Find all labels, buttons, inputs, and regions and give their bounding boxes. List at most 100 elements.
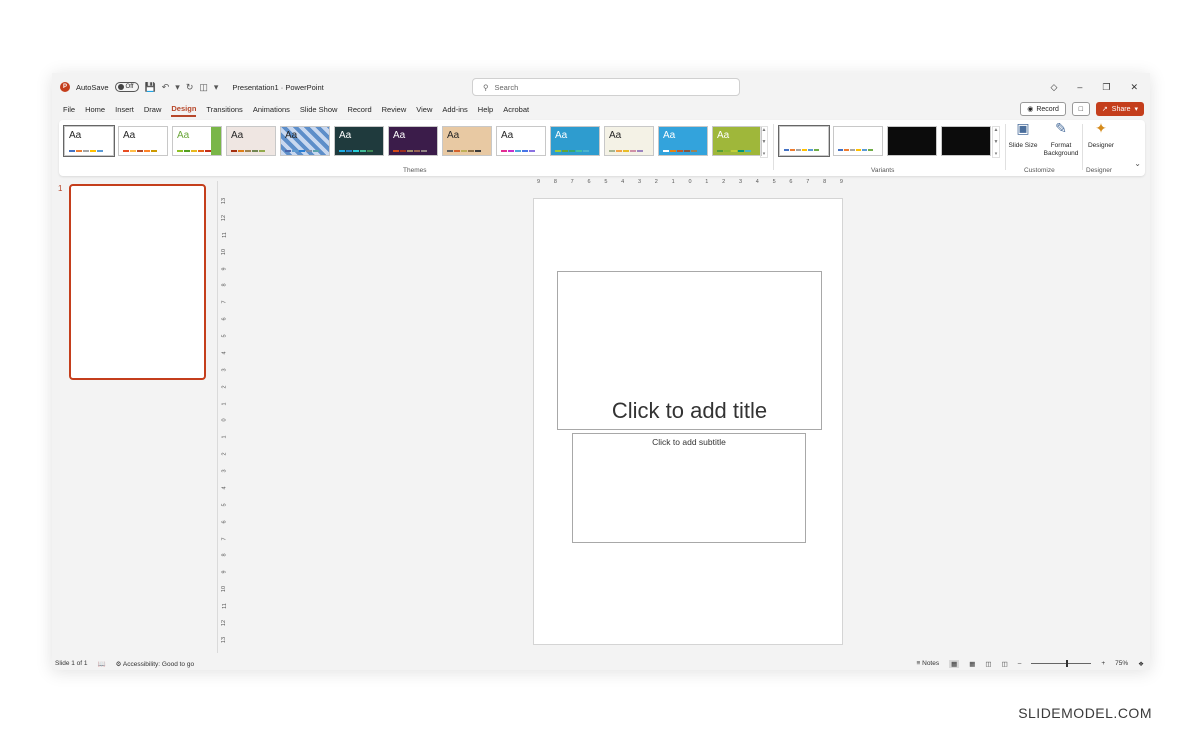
themes-scroll[interactable]: ▲ ▼ ▾ bbox=[760, 126, 768, 158]
autosave-toggle[interactable]: Off bbox=[114, 82, 139, 92]
title-placeholder[interactable]: Click to add title bbox=[557, 271, 822, 430]
subtitle-placeholder[interactable]: Click to add subtitle bbox=[572, 433, 806, 543]
theme-6[interactable]: Aa bbox=[334, 126, 384, 156]
slide-size-button[interactable]: ▣ Slide Size bbox=[1003, 121, 1043, 150]
spelling-icon[interactable]: 📖 bbox=[98, 660, 106, 668]
tab-design[interactable]: Design bbox=[171, 102, 197, 117]
slideshow-icon[interactable]: ◫ bbox=[1002, 660, 1008, 668]
share-dropdown-icon: ▾ bbox=[1134, 106, 1138, 113]
accessibility-status[interactable]: ⚙ Accessibility: Good to go bbox=[116, 660, 194, 668]
watermark-text: SLIDEMODEL.COM bbox=[1018, 705, 1152, 721]
autosave-label: AutoSave bbox=[76, 82, 109, 92]
scroll-down-icon[interactable]: ▼ bbox=[762, 139, 767, 145]
collapse-ribbon-icon[interactable]: ⌄ bbox=[1134, 159, 1141, 168]
theme-office[interactable]: Aa bbox=[63, 125, 115, 157]
undo-icon[interactable]: ↶ bbox=[162, 82, 170, 93]
diamond-icon[interactable]: ◇ bbox=[1050, 82, 1057, 93]
ruler-tick-label: 1 bbox=[671, 178, 675, 185]
theme-3[interactable]: Aa bbox=[172, 126, 222, 156]
redo-icon[interactable]: ↻ bbox=[186, 82, 194, 93]
horizontal-ruler: 9 8 7 6 5 4 3 2 1 0 1 2 3 4 5 6 7 8 9 bbox=[537, 177, 843, 186]
tab-insert[interactable]: Insert bbox=[115, 103, 134, 116]
tab-view[interactable]: View bbox=[416, 103, 432, 116]
tab-transitions[interactable]: Transitions bbox=[206, 103, 242, 116]
variant-3[interactable] bbox=[887, 126, 937, 156]
zoom-out-icon[interactable]: – bbox=[1018, 660, 1022, 667]
undo-dropdown-icon[interactable]: ▾ bbox=[175, 82, 180, 93]
tab-add-ins[interactable]: Add-ins bbox=[442, 103, 467, 116]
theme-2[interactable]: Aa bbox=[118, 126, 168, 156]
zoom-slider[interactable] bbox=[1031, 660, 1092, 667]
tab-animations[interactable]: Animations bbox=[253, 103, 290, 116]
theme-11[interactable]: Aa bbox=[604, 126, 654, 156]
notes-button[interactable]: ≡ Notes bbox=[917, 660, 940, 667]
theme-9[interactable]: Aa bbox=[496, 126, 546, 156]
ruler-tick-label: 9 bbox=[221, 570, 228, 574]
variant-2[interactable] bbox=[833, 126, 883, 156]
tab-acrobat[interactable]: Acrobat bbox=[503, 103, 529, 116]
theme-5[interactable]: Aa bbox=[280, 126, 330, 156]
format-background-button[interactable]: ✎ Format Background bbox=[1038, 120, 1084, 158]
tab-help[interactable]: Help bbox=[478, 103, 493, 116]
theme-8[interactable]: Aa bbox=[442, 126, 492, 156]
theme-color-bars bbox=[663, 150, 697, 152]
notes-label: Notes bbox=[922, 660, 940, 667]
ruler-tick-label: 10 bbox=[221, 586, 228, 593]
ruler-tick-label: 12 bbox=[221, 214, 228, 221]
tab-record[interactable]: Record bbox=[347, 103, 371, 116]
close-icon[interactable]: ✕ bbox=[1130, 82, 1138, 93]
restore-icon[interactable]: ❐ bbox=[1102, 82, 1110, 93]
save-icon[interactable]: 💾 bbox=[145, 82, 156, 93]
variant-4[interactable] bbox=[941, 126, 991, 156]
tab-file[interactable]: File bbox=[63, 103, 75, 116]
ruler-tick-label: 3 bbox=[221, 469, 228, 473]
theme-13[interactable]: Aa bbox=[712, 126, 762, 156]
designer-button[interactable]: ✦ Designer bbox=[1081, 121, 1121, 150]
scroll-down-icon[interactable]: ▼ bbox=[994, 139, 999, 145]
title-placeholder-text: Click to add title bbox=[611, 398, 768, 423]
designer-label: Designer bbox=[1087, 142, 1114, 149]
more-icon[interactable]: ▾ bbox=[763, 151, 766, 157]
share-button[interactable]: ↗ Share ▾ bbox=[1095, 102, 1144, 116]
slide-sorter-icon[interactable]: ▦ bbox=[969, 660, 975, 668]
theme-12[interactable]: Aa bbox=[658, 126, 708, 156]
tab-slide-show[interactable]: Slide Show bbox=[300, 103, 338, 116]
normal-view-icon[interactable]: ▦ bbox=[949, 659, 960, 668]
more-icon[interactable]: ▾ bbox=[995, 151, 998, 157]
variants-scroll[interactable]: ▲ ▼ ▾ bbox=[992, 126, 1000, 158]
themes-group-label: Themes bbox=[403, 167, 427, 174]
reading-view-icon[interactable]: ◫ bbox=[985, 660, 991, 668]
ruler-tick-label: 8 bbox=[221, 553, 228, 557]
record-button[interactable]: ◉ Record bbox=[1020, 102, 1066, 116]
theme-4[interactable]: Aa bbox=[226, 126, 276, 156]
ruler-tick-label: 10 bbox=[221, 248, 228, 255]
theme-7[interactable]: Aa bbox=[388, 126, 438, 156]
comments-button[interactable]: □ bbox=[1071, 102, 1090, 116]
ruler-tick-label: 5 bbox=[772, 178, 776, 185]
slide-canvas[interactable]: Click to add title Click to add subtitle bbox=[533, 198, 843, 645]
minimize-icon[interactable]: – bbox=[1077, 82, 1082, 92]
document-title: Presentation1 · PowerPoint bbox=[232, 82, 324, 92]
fit-slide-icon[interactable]: ❖ bbox=[1138, 660, 1144, 668]
share-icon: ↗ bbox=[1101, 106, 1108, 113]
zoom-level[interactable]: 75% bbox=[1115, 660, 1128, 667]
theme-10[interactable]: Aa bbox=[550, 126, 600, 156]
pane-divider[interactable] bbox=[217, 181, 218, 653]
tab-review[interactable]: Review bbox=[382, 103, 407, 116]
slide-thumbnail[interactable] bbox=[69, 184, 206, 380]
tab-draw[interactable]: Draw bbox=[144, 103, 162, 116]
customize-qat-icon[interactable]: ▾ bbox=[214, 82, 219, 93]
ruler-tick-label: 0 bbox=[688, 178, 692, 185]
accessibility-label: Accessibility: Good to go bbox=[122, 660, 195, 668]
scroll-up-icon[interactable]: ▲ bbox=[994, 127, 999, 133]
variant-1[interactable] bbox=[778, 125, 830, 157]
theme-color-bars bbox=[177, 150, 211, 152]
ruler-tick-label: 11 bbox=[221, 231, 228, 238]
present-icon[interactable]: ◫ bbox=[199, 82, 208, 93]
search-input[interactable]: ⚲ Search bbox=[472, 78, 740, 96]
tab-home[interactable]: Home bbox=[85, 103, 105, 116]
format-background-icon: ✎ bbox=[1055, 120, 1067, 136]
zoom-slider-thumb[interactable] bbox=[1066, 660, 1069, 667]
scroll-up-icon[interactable]: ▲ bbox=[762, 127, 767, 133]
zoom-in-icon[interactable]: + bbox=[1101, 660, 1105, 667]
